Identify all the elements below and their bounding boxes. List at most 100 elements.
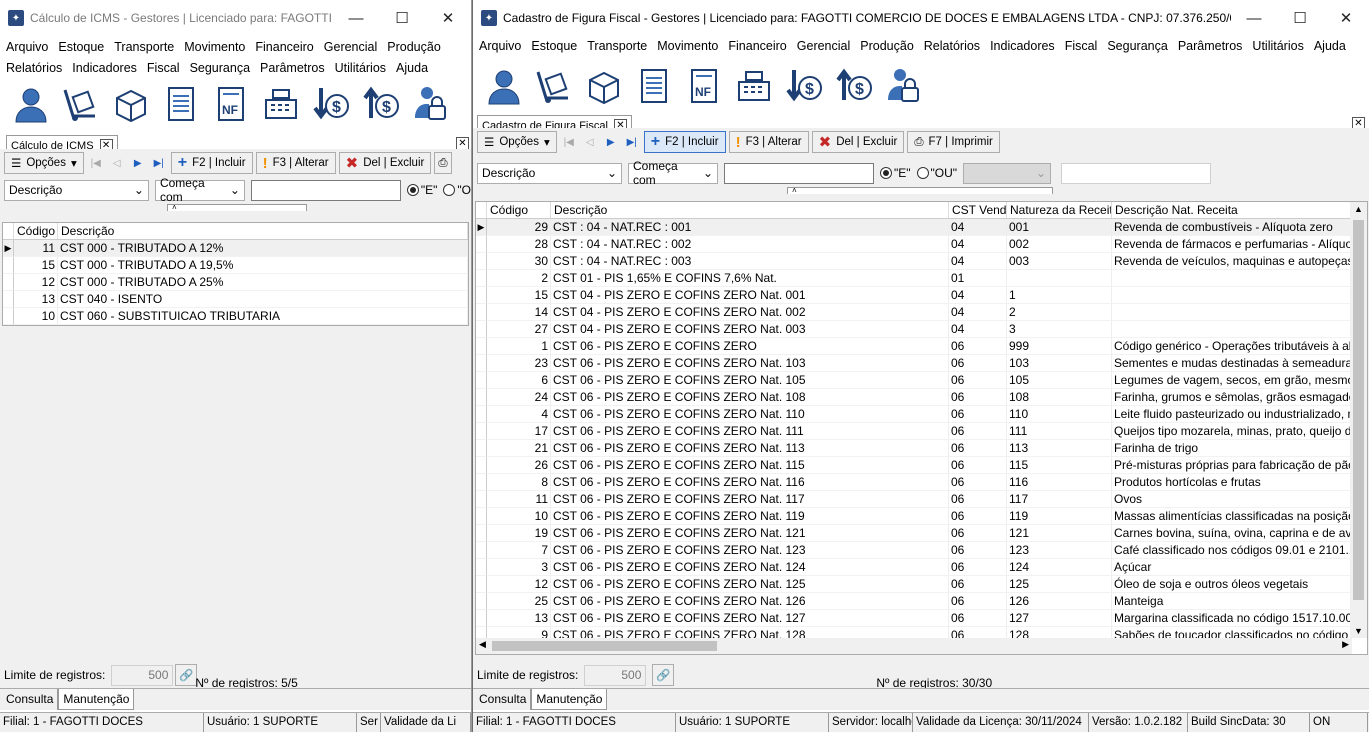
menu-item[interactable]: Estoque [531,36,577,57]
user-icon[interactable] [8,81,54,127]
menu-arquivo[interactable]: Arquivo [6,37,48,58]
menu-producao[interactable]: Produção [387,37,441,58]
splitter-handle[interactable]: ˄ [787,187,1053,195]
menu-gerencial[interactable]: Gerencial [324,37,378,58]
menu-item[interactable]: Movimento [657,36,718,57]
filter-mode-select[interactable]: Começa com ⌄ [154,176,245,204]
hand-truck-icon[interactable] [531,63,577,109]
money-out-icon[interactable]: $ [781,63,827,109]
table-row[interactable]: 3 CST 06 - PIS ZERO E COFINS ZERO Nat. 12… [476,559,1367,576]
prev-record-icon[interactable]: ◁ [108,152,126,174]
col-descricao[interactable]: Descrição [58,223,468,239]
nf-invoice-icon[interactable]: NF [208,81,254,127]
last-record-icon[interactable]: ▶| [623,131,641,153]
radio-e[interactable]: "E" [880,166,911,180]
table-row[interactable]: 26 CST 06 - PIS ZERO E COFINS ZERO Nat. 1… [476,457,1367,474]
money-out-icon[interactable]: $ [308,81,354,127]
menu-item[interactable]: Financeiro [728,36,786,57]
menu-relatorios[interactable]: Relatórios [6,58,62,79]
table-row[interactable]: 15 CST 000 - TRIBUTADO A 19,5% [3,257,468,274]
table-row[interactable]: 13 CST 040 - ISENTO [3,291,468,308]
col-codigo[interactable]: Código [487,202,551,218]
table-row[interactable]: 10 CST 060 - SUBSTITUICAO TRIBUTARIA [3,308,468,325]
menu-indicadores[interactable]: Indicadores [72,58,137,79]
cash-register-icon[interactable] [258,81,304,127]
first-record-icon[interactable]: |◀ [560,131,578,153]
link-icon[interactable]: 🔗 [175,664,198,686]
delete-button[interactable]: ✖ Del | Excluir [338,152,432,174]
document-list-icon[interactable] [631,63,677,109]
menu-estoque[interactable]: Estoque [58,37,104,58]
lock-user-icon[interactable] [408,81,454,127]
options-button[interactable]: ☰ Opções ▾ [4,152,84,174]
next-record-icon[interactable]: ▶ [129,152,147,174]
tab-consulta[interactable]: Consulta [473,689,532,710]
col-descricao-nat-receita[interactable]: Descrição Nat. Receita [1112,202,1352,218]
menu-movimento[interactable]: Movimento [184,37,245,58]
search-input[interactable] [724,162,874,184]
box-icon[interactable] [581,63,627,109]
scroll-down-icon[interactable]: ▼ [1350,626,1367,636]
box-icon[interactable] [108,81,154,127]
table-row[interactable]: 27 CST 04 - PIS ZERO E COFINS ZERO Nat. 0… [476,321,1367,338]
filter-splitter[interactable]: ˄ [473,186,1369,195]
col-descricao[interactable]: Descrição [551,202,949,218]
user-icon[interactable] [481,63,527,109]
menu-financeiro[interactable]: Financeiro [255,37,313,58]
options-button[interactable]: ☰ Opções ▾ [477,131,557,153]
tab-consulta[interactable]: Consulta [0,689,59,710]
maximize-icon[interactable]: ☐ [1277,0,1323,36]
table-row[interactable]: 24 CST 06 - PIS ZERO E COFINS ZERO Nat. 1… [476,389,1367,406]
money-in-icon[interactable]: $ [358,81,404,127]
table-row[interactable]: 4 CST 06 - PIS ZERO E COFINS ZERO Nat. 11… [476,406,1367,423]
splitter-handle[interactable]: ˄ [167,204,307,212]
horizontal-scrollbar[interactable]: ◀ ▶ [476,638,1352,654]
second-search-input[interactable] [1061,162,1212,184]
table-row[interactable]: 7 CST 06 - PIS ZERO E COFINS ZERO Nat. 12… [476,542,1367,559]
document-list-icon[interactable] [158,81,204,127]
menu-item[interactable]: Parâmetros [1178,36,1243,57]
prev-record-icon[interactable]: ◁ [581,131,599,153]
table-row[interactable]: 12 CST 000 - TRIBUTADO A 25% [3,274,468,291]
tab-manutencao[interactable]: Manutenção [58,689,135,710]
vertical-scrollbar[interactable]: ▲ ▼ [1350,202,1367,638]
menu-seguranca[interactable]: Segurança [190,58,250,79]
include-button[interactable]: + F2 | Incluir [170,152,253,174]
table-row[interactable]: 14 CST 04 - PIS ZERO E COFINS ZERO Nat. 0… [476,304,1367,321]
col-codigo[interactable]: Código [14,223,58,239]
link-icon[interactable]: 🔗 [652,664,675,686]
search-input[interactable] [250,179,401,201]
scroll-thumb[interactable] [1353,220,1364,600]
col-natureza-receita[interactable]: Natureza da Receita [1007,202,1112,218]
menu-item[interactable]: Utilitários [1252,36,1303,57]
scroll-up-icon[interactable]: ▲ [1350,202,1367,216]
menu-item[interactable]: Ajuda [1314,36,1346,57]
table-row[interactable]: ▶ 11 CST 000 - TRIBUTADO A 12% [3,240,468,257]
filter-mode-select[interactable]: Começa com ⌄ [628,159,718,187]
minimize-icon[interactable]: — [1231,0,1277,36]
last-record-icon[interactable]: ▶| [150,152,168,174]
table-row[interactable]: 1 CST 06 - PIS ZERO E COFINS ZERO 06 999 Cód… [476,338,1367,355]
menu-utilitarios[interactable]: Utilitários [335,58,386,79]
first-record-icon[interactable]: |◀ [87,152,105,174]
filter-field-select[interactable]: Descrição ⌄ [4,179,149,201]
filter-splitter[interactable]: ˄ [0,203,471,212]
table-row[interactable]: 6 CST 06 - PIS ZERO E COFINS ZERO Nat. 10… [476,372,1367,389]
nf-invoice-icon[interactable]: NF [681,63,727,109]
fiscal-titlebar[interactable]: ✦ Cadastro de Figura Fiscal - Gestores |… [473,0,1369,36]
second-filter-field-select[interactable]: ⌄ [963,162,1052,184]
menu-item[interactable]: Produção [860,36,914,57]
menu-item[interactable]: Segurança [1107,36,1167,57]
radio-e[interactable]: "E" [406,183,437,197]
minimize-icon[interactable]: — [333,0,379,36]
scroll-left-icon[interactable]: ◀ [479,639,486,650]
radio-ou[interactable]: "OU" [916,166,957,180]
table-row[interactable]: 25 CST 06 - PIS ZERO E COFINS ZERO Nat. 1… [476,593,1367,610]
menu-item[interactable]: Indicadores [990,36,1055,57]
limit-input[interactable]: 500 [584,664,647,686]
table-row[interactable]: 15 CST 04 - PIS ZERO E COFINS ZERO Nat. 0… [476,287,1367,304]
table-row[interactable]: 21 CST 06 - PIS ZERO E COFINS ZERO Nat. 1… [476,440,1367,457]
menu-fiscal[interactable]: Fiscal [147,58,180,79]
close-icon[interactable]: ✕ [1323,0,1369,36]
menu-item[interactable]: Fiscal [1065,36,1098,57]
